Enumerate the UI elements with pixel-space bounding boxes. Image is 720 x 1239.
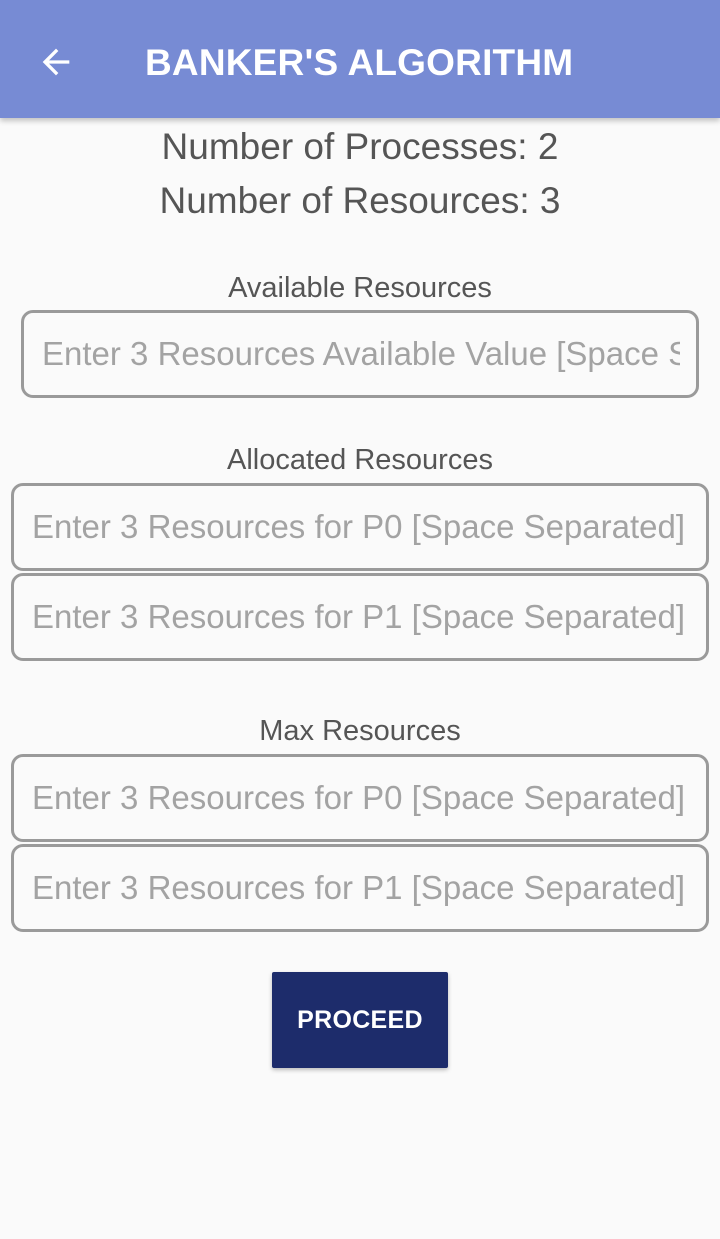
number-of-processes-text: Number of Processes: 2 [161,126,559,167]
max-p0-input[interactable] [14,757,706,839]
number-of-resources-text: Number of Resources: 3 [159,180,561,221]
max-p0-field[interactable] [11,754,709,842]
app-bar: BANKER'S ALGORITHM [0,0,720,118]
allocated-p0-field[interactable] [11,483,709,571]
back-button[interactable] [24,30,88,94]
app-title: BANKER'S ALGORITHM [145,42,574,83]
available-resources-input[interactable] [24,313,696,395]
arrow-back-icon [42,48,70,76]
max-p1-field[interactable] [11,844,709,932]
proceed-button[interactable]: PROCEED [272,972,448,1068]
max-resources-label: Max Resources [259,715,461,747]
allocated-p1-input[interactable] [14,576,706,658]
allocated-resources-label: Allocated Resources [227,444,493,476]
available-resources-label: Available Resources [228,272,492,304]
allocated-p0-input[interactable] [14,486,706,568]
allocated-p1-field[interactable] [11,573,709,661]
max-p1-input[interactable] [14,847,706,929]
available-resources-field[interactable] [21,310,699,398]
